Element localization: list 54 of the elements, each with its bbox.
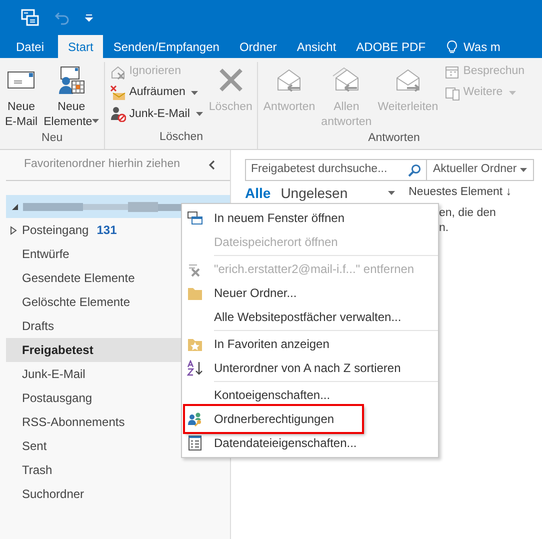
- ribbon-tab[interactable]: ADOBE PDF: [346, 35, 436, 58]
- ignore-icon: [110, 64, 126, 80]
- ribbon-tab[interactable]: Start: [58, 35, 104, 58]
- app-icon[interactable]: [20, 8, 40, 26]
- caret-icon: [191, 90, 198, 95]
- menu-item[interactable]: Ordnerberechtigungen: [184, 405, 363, 433]
- caret-icon: [508, 90, 516, 95]
- ribbon-button[interactable]: Neue Elemente: [40, 62, 102, 130]
- search-icon[interactable]: [408, 164, 421, 176]
- lightbulb-icon: [446, 40, 458, 54]
- ribbon-tab[interactable]: Senden/Empfangen: [103, 35, 230, 58]
- folder-item[interactable]: Trash: [6, 458, 231, 482]
- menu-item[interactable]: Alle Websitepostfächer verwalten...: [182, 305, 438, 329]
- folder-item[interactable]: Suchordner: [6, 482, 231, 506]
- search-field[interactable]: Freigabetest durchsuche...: [246, 160, 427, 180]
- filter-tab[interactable]: Ungelesen: [280, 186, 352, 200]
- menu-item[interactable]: Kontoeigenschaften...: [182, 383, 438, 407]
- junk-icon: [110, 106, 126, 122]
- favorite-folder-icon: [187, 336, 203, 352]
- empty-message-line: en, die den: [439, 206, 497, 221]
- unread-count: 131: [96, 222, 117, 239]
- collapse-icon[interactable]: [208, 160, 216, 170]
- ribbon-button[interactable]: Junk-E-Mail: [110, 104, 203, 124]
- empty-message-line: n.: [439, 221, 450, 236]
- caret-icon: [196, 112, 203, 116]
- ribbon-tab[interactable]: Ordner: [229, 35, 287, 58]
- cleanup-icon: [110, 84, 126, 101]
- caret-icon: [92, 118, 100, 123]
- ribbon-tab[interactable]: Datei: [0, 35, 58, 58]
- people-key-icon: [187, 411, 203, 427]
- ribbon-tab[interactable]: Ansicht: [286, 35, 346, 58]
- sort-label[interactable]: Neuestes Element ↓: [408, 184, 512, 202]
- menu-item[interactable]: In neuem Fenster öffnen: [182, 206, 438, 230]
- caret-icon: [520, 168, 527, 172]
- properties-icon: [187, 435, 203, 451]
- folder-icon: [187, 285, 203, 301]
- group-label: Neu: [40, 131, 64, 146]
- filter-tab[interactable]: Alle: [245, 186, 275, 200]
- expander-icon[interactable]: [10, 226, 17, 235]
- menu-item[interactable]: Neuer Ordner...: [182, 281, 438, 305]
- menu-item[interactable]: Datendateieigenschaften...: [182, 431, 438, 455]
- meeting-icon: [444, 64, 460, 80]
- tell-me-box[interactable]: Was m: [436, 35, 510, 58]
- ribbon-button[interactable]: Neue E-Mail: [2, 62, 41, 130]
- group-label: Antworten: [367, 131, 421, 146]
- group-label: Löschen: [158, 130, 204, 145]
- customize-menu-icon[interactable]: [84, 14, 94, 22]
- caret-icon[interactable]: [388, 191, 395, 195]
- favorites-hint: Favoritenordner hierhin ziehen: [24, 156, 180, 172]
- devices-icon: [444, 84, 460, 101]
- ribbon-button[interactable]: Aufräumen: [110, 83, 203, 102]
- expander-icon[interactable]: [11, 202, 19, 210]
- sort-az-icon: [187, 360, 203, 376]
- window-icon: [187, 210, 203, 226]
